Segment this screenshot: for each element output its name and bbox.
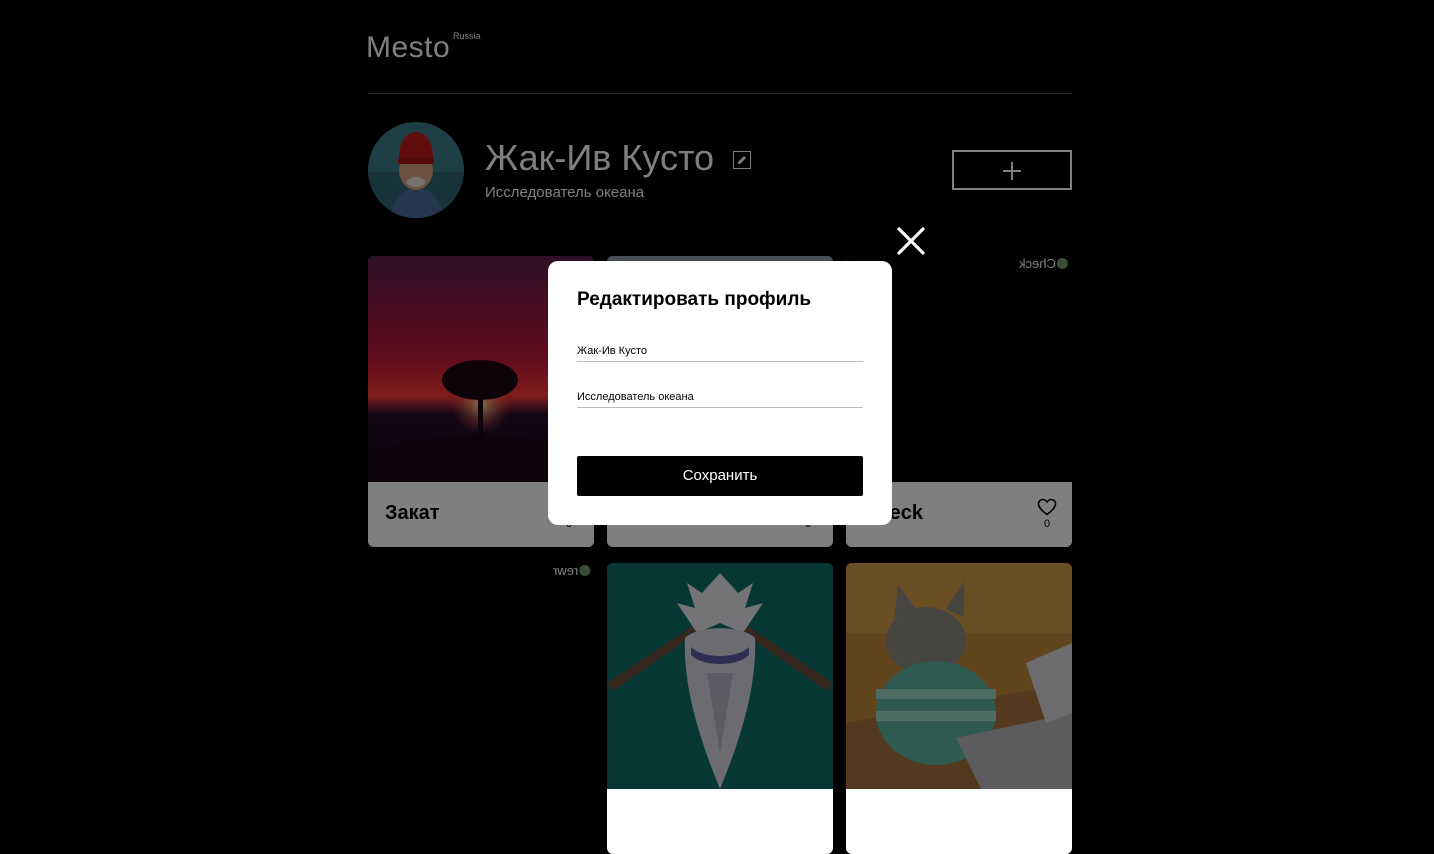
edit-profile-popup: Редактировать профиль Сохранить bbox=[548, 261, 892, 525]
about-input[interactable] bbox=[577, 387, 863, 408]
close-icon bbox=[897, 227, 925, 255]
popup-title: Редактировать профиль bbox=[577, 289, 812, 310]
popup-close-button[interactable] bbox=[896, 226, 926, 256]
name-input[interactable] bbox=[577, 341, 863, 362]
save-button[interactable]: Сохранить bbox=[577, 456, 863, 496]
